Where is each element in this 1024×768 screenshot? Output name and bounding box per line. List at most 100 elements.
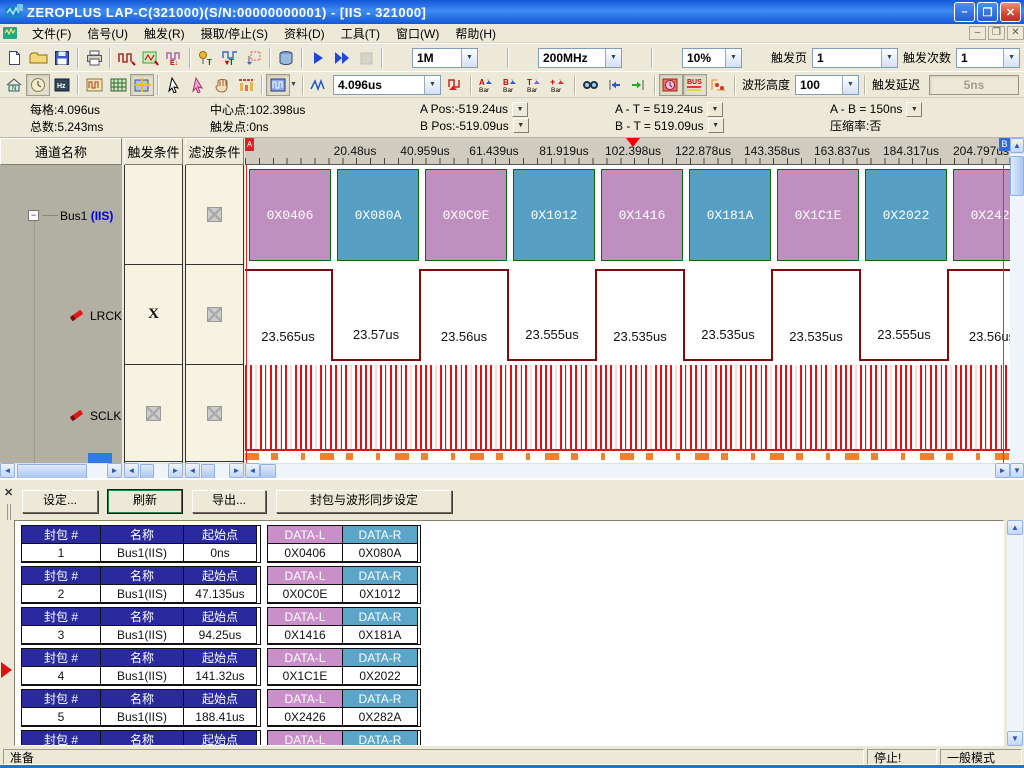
lrck-pulse-segment[interactable]: 23.555us	[861, 269, 949, 361]
scroll-left-icon[interactable]: ◄	[0, 463, 15, 478]
chevron-down-icon[interactable]: ▼	[725, 49, 741, 67]
goto-end-icon[interactable]	[627, 74, 651, 96]
a-b-dropdown[interactable]: ▼	[906, 102, 922, 117]
select-cursor-icon[interactable]	[186, 74, 210, 96]
a-bar-line[interactable]	[246, 165, 247, 463]
waveform-hscrollbar[interactable]: ◄ ►	[245, 463, 1010, 478]
chevron-down-icon[interactable]: ▼	[290, 81, 297, 88]
scroll-up-icon[interactable]: ▲	[1010, 138, 1024, 153]
menu-item-5[interactable]: 工具(T)	[333, 24, 388, 43]
packet-table[interactable]: 封包 #名称起始点1Bus1(IIS)0nsDATA-LDATA-R0X0406…	[14, 520, 1004, 746]
scroll-right-icon[interactable]: ►	[229, 463, 244, 478]
close-panel-icon[interactable]: ✕	[4, 488, 16, 500]
pointer-icon[interactable]	[162, 74, 186, 96]
a-pos-dropdown[interactable]: ▼	[512, 102, 528, 117]
time-scale-select[interactable]: 4.096us ▼	[333, 75, 441, 95]
minimize-button[interactable]: –	[954, 2, 975, 22]
scroll-left-icon[interactable]: ◄	[124, 463, 139, 478]
b-bar-marker[interactable]: B	[999, 138, 1010, 151]
pulse-width-icon[interactable]	[659, 74, 683, 96]
t-bar-icon[interactable]: TBar	[523, 74, 547, 96]
lrck-pulse-segment[interactable]: 23.555us	[509, 269, 597, 361]
trigger-marker-icon[interactable]	[626, 138, 640, 147]
add-bar-icon[interactable]: +Bar	[547, 74, 571, 96]
repeat-run-icon[interactable]	[330, 47, 354, 69]
refresh-button[interactable]: 刷新	[108, 490, 182, 513]
trigger-t-icon[interactable]: ▾T	[218, 47, 242, 69]
packet-block[interactable]: 封包 #名称起始点6Bus1(IIS)235.53usDATA-LDATA-R0…	[21, 730, 1003, 746]
b-pos-dropdown[interactable]: ▼	[513, 118, 529, 133]
trigger-position-select[interactable]: 10% ▼	[682, 48, 742, 68]
close-button[interactable]: ✕	[1000, 2, 1021, 22]
lrck-waveform-row[interactable]: 23.565us23.57us23.56us23.555us23.535us23…	[245, 265, 1010, 365]
new-file-icon[interactable]	[2, 47, 26, 69]
chevron-down-icon[interactable]: ▼	[461, 49, 477, 67]
waveform-vscrollbar[interactable]: ▲ ▼	[1010, 138, 1024, 478]
zoom-bars-icon[interactable]	[234, 74, 258, 96]
export-button[interactable]: 导出...	[192, 490, 266, 513]
lrck-pulse-segment[interactable]: 23.56us	[421, 269, 509, 361]
a-bar-icon[interactable]: ABar	[475, 74, 499, 96]
waveform-edit-icon[interactable]	[114, 47, 138, 69]
trigger-count-select[interactable]: 1 ▼	[956, 48, 1020, 68]
scroll-down-icon[interactable]: ▼	[1007, 731, 1023, 746]
bus-property-icon[interactable]: E↓	[162, 47, 186, 69]
sample-rate-select[interactable]: 200MHz ▼	[538, 48, 622, 68]
frequency-icon[interactable]: Hz	[50, 74, 74, 96]
save-icon[interactable]	[50, 47, 74, 69]
trigger-cell-bus1[interactable]	[125, 165, 182, 265]
memory-depth-icon[interactable]	[386, 47, 410, 69]
wave-height-select[interactable]: 100 ▼	[795, 75, 859, 95]
trigger-column-scrollbar[interactable]: ◄ ►	[124, 463, 183, 478]
scroll-right-icon[interactable]: ►	[168, 463, 183, 478]
navigator-icon[interactable]	[130, 74, 154, 96]
memory-depth-select[interactable]: 1M ▼	[412, 48, 478, 68]
bus-data-segment[interactable]: 0X1416	[601, 169, 683, 261]
b-bar-line[interactable]	[1003, 165, 1004, 463]
bus-data-segment[interactable]: 0X1012	[513, 169, 595, 261]
run-icon[interactable]	[306, 47, 330, 69]
packet-block[interactable]: 封包 #名称起始点4Bus1(IIS)141.32usDATA-LDATA-R0…	[21, 648, 1003, 686]
channel-label-lrck[interactable]: LRCK	[90, 309, 122, 323]
goto-trigger-icon[interactable]	[744, 47, 768, 69]
packet-block[interactable]: 封包 #名称起始点3Bus1(IIS)94.25usDATA-LDATA-R0X…	[21, 607, 1003, 645]
trigger-flag-icon[interactable]: T	[194, 47, 218, 69]
filter-cell-lrck[interactable]	[186, 265, 243, 365]
clock-icon[interactable]	[26, 74, 50, 96]
prev-edge-icon[interactable]	[443, 74, 467, 96]
state-list-icon[interactable]	[106, 74, 130, 96]
open-file-icon[interactable]	[26, 47, 50, 69]
channel-label-bus1[interactable]: Bus1 (IIS)	[60, 209, 113, 223]
trigger-position-icon[interactable]	[656, 47, 680, 69]
sample-clock-icon[interactable]	[512, 47, 536, 69]
trigger-condition-header[interactable]: 触发条件	[124, 138, 183, 165]
sync-packet-wave-button[interactable]: 封包与波形同步设定	[276, 490, 452, 513]
scroll-down-icon[interactable]: ▼	[1010, 463, 1024, 478]
bus-data-segment[interactable]: 0X0406	[249, 169, 331, 261]
channel-label-sclk[interactable]: SCLK	[90, 409, 121, 423]
channel-setup-icon[interactable]	[138, 47, 162, 69]
trigger-cell-sclk[interactable]	[125, 365, 182, 462]
filter-cell-sclk[interactable]	[186, 365, 243, 462]
search-icon[interactable]	[579, 74, 603, 96]
hand-icon[interactable]	[210, 74, 234, 96]
scroll-right-icon[interactable]: ►	[995, 463, 1010, 478]
filter-condition-header[interactable]: 滤波条件	[185, 138, 244, 165]
b-bar-icon[interactable]: BBar	[499, 74, 523, 96]
chevron-down-icon[interactable]: ▼	[842, 76, 858, 94]
lrck-pulse-segment[interactable]: 23.535us	[773, 269, 861, 361]
a-bar-marker[interactable]: A	[245, 138, 254, 151]
waveform-view-icon[interactable]	[82, 74, 106, 96]
packet-table-vscrollbar[interactable]: ▲ ▼	[1007, 520, 1023, 746]
chevron-down-icon[interactable]: ▼	[424, 76, 440, 94]
chevron-down-icon[interactable]: ▼	[1003, 49, 1019, 67]
menu-item-0[interactable]: 文件(F)	[24, 24, 79, 43]
mdi-close-button[interactable]: ✕	[1007, 26, 1024, 40]
waveform-area[interactable]: 20.48us40.959us61.439us81.919us102.398us…	[245, 138, 1010, 478]
wave-mode-icon[interactable]	[266, 74, 290, 96]
channel-row-lrck[interactable]: LRCK	[0, 265, 122, 365]
trigger-page-select[interactable]: 1 ▼	[812, 48, 898, 68]
b-t-dropdown[interactable]: ▼	[708, 118, 724, 133]
bus1-waveform-row[interactable]: 0X04060X080A0X0C0E0X10120X14160X181A0X1C…	[245, 165, 1010, 265]
settings-button[interactable]: 设定...	[22, 490, 98, 513]
